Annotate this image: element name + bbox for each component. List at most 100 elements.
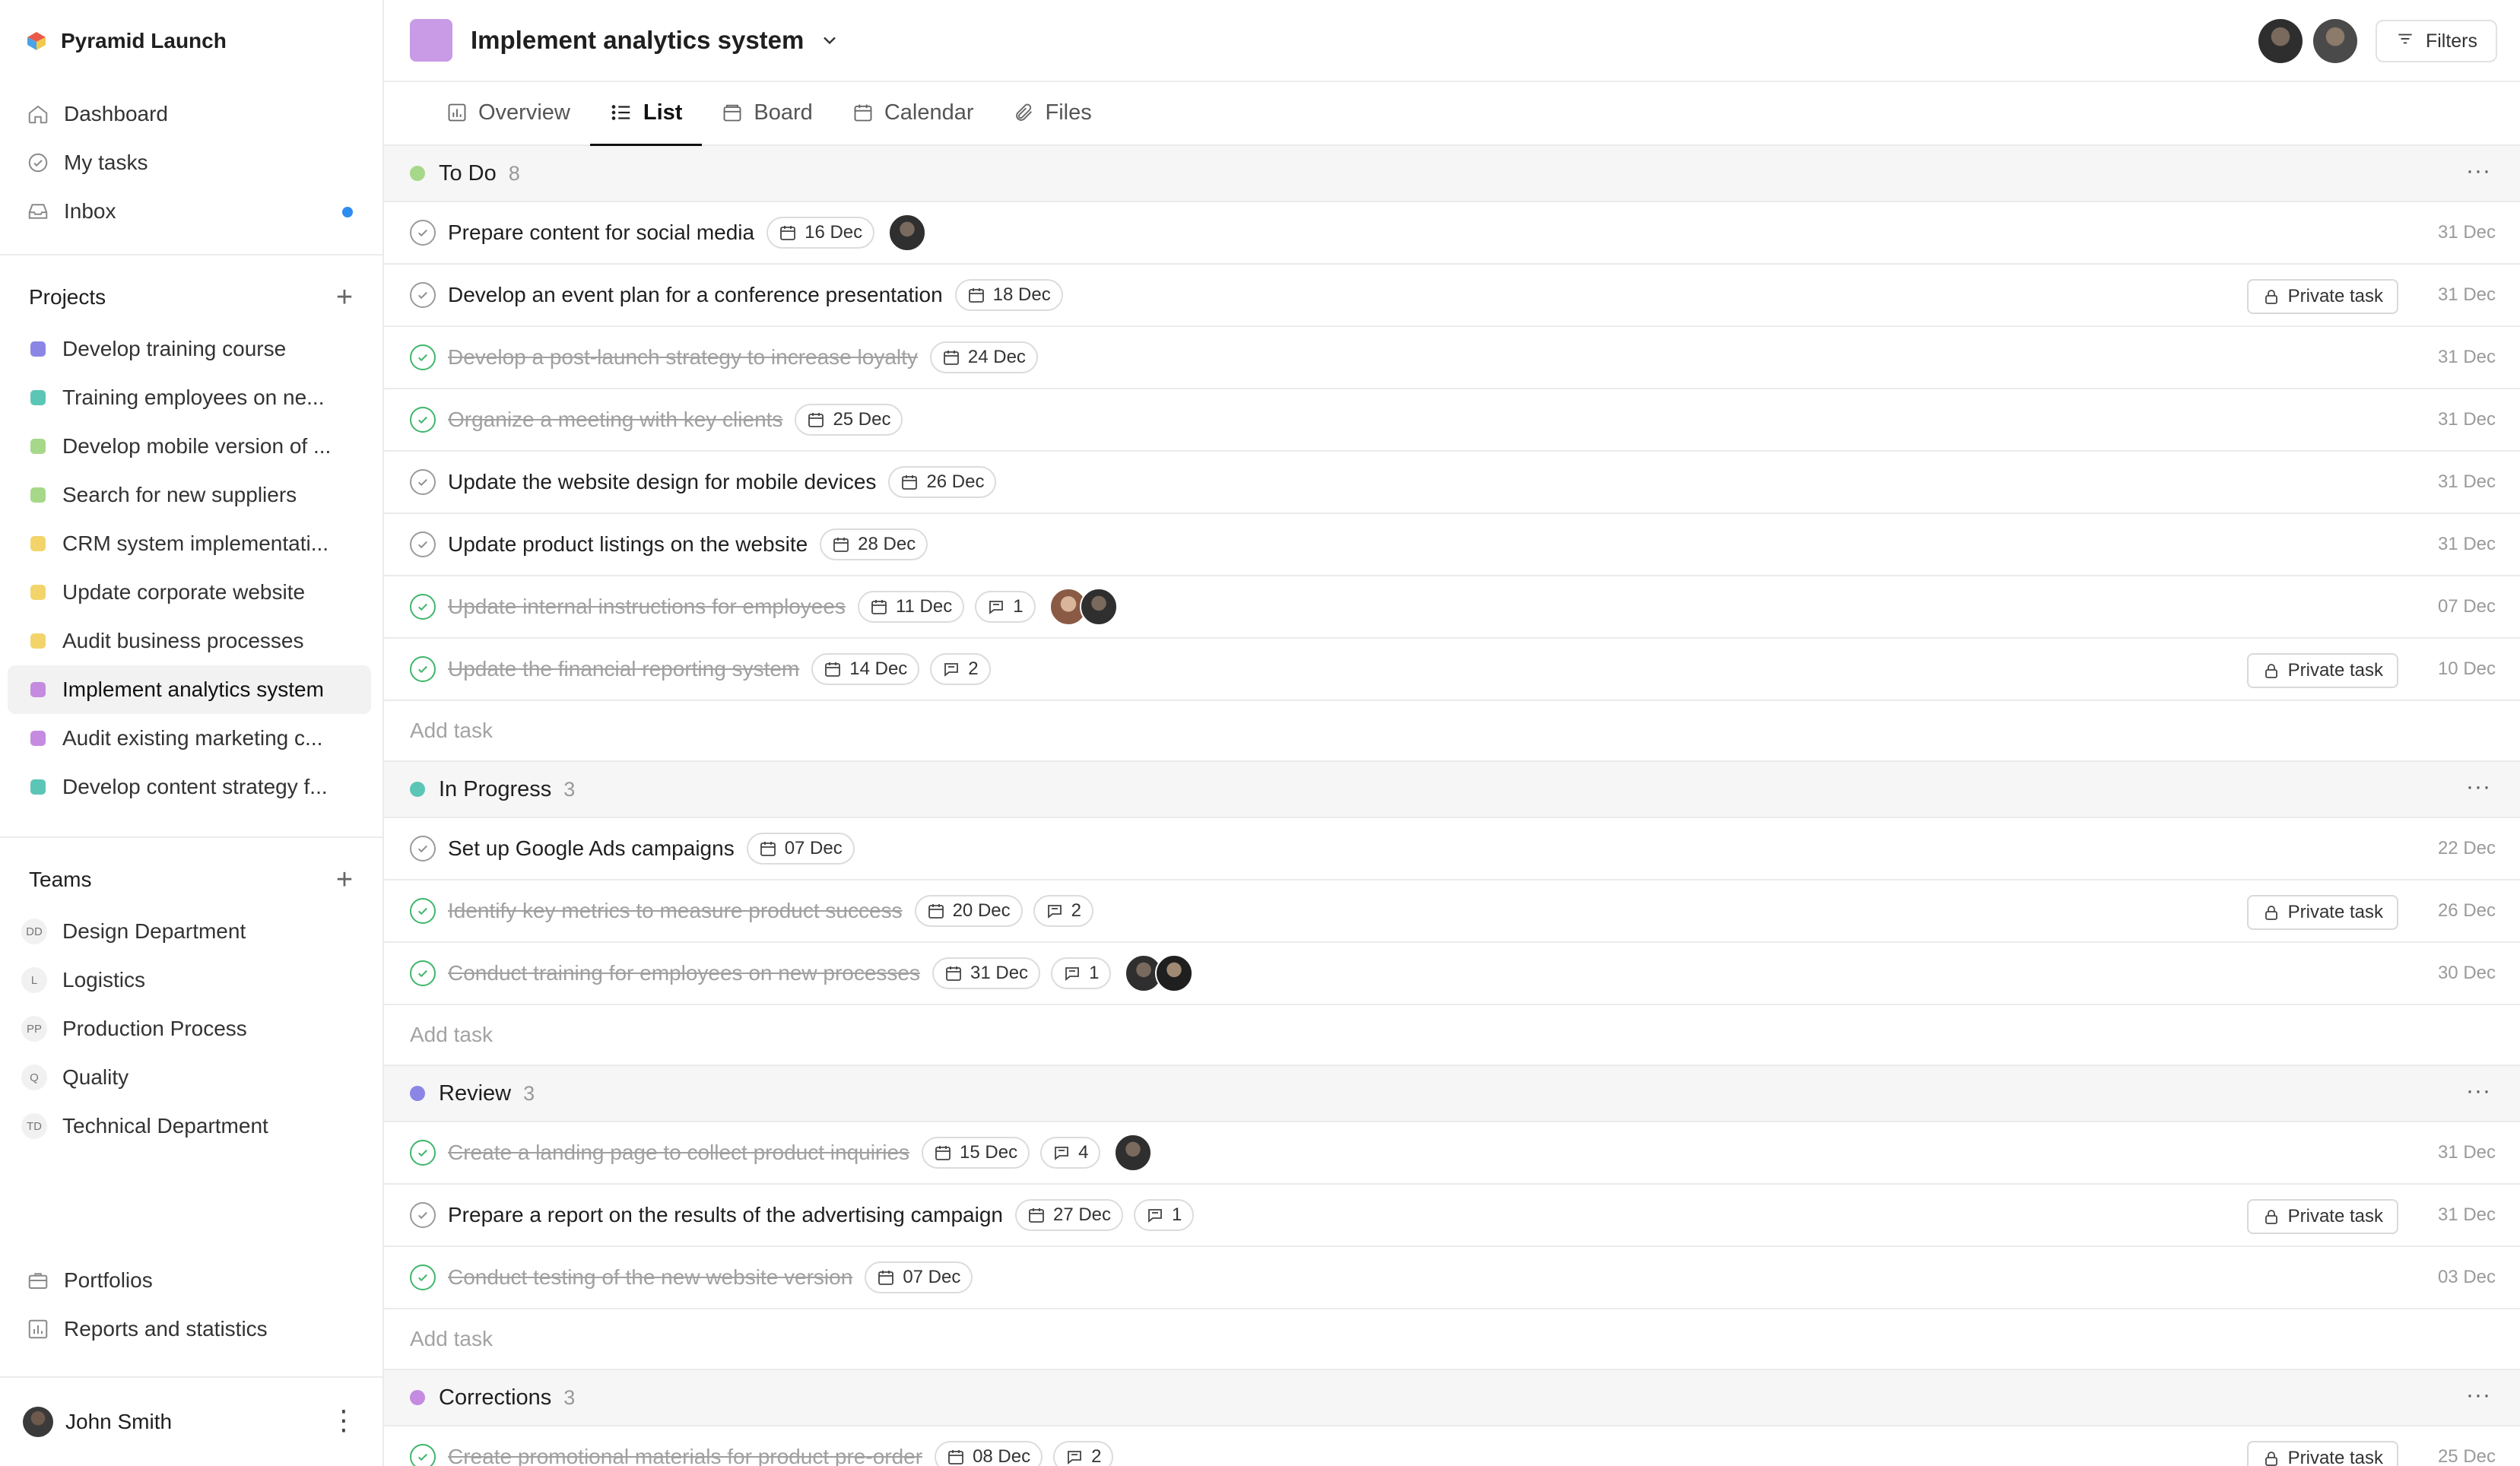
due-date-chip[interactable]: 07 Dec [746, 833, 855, 865]
task-row[interactable]: Develop an event plan for a conference p… [384, 265, 2520, 327]
task-title[interactable]: Update the financial reporting system [448, 657, 799, 681]
brand[interactable]: Pyramid Launch [26, 26, 227, 56]
comments-chip[interactable]: 1 [1051, 957, 1112, 989]
comments-chip[interactable]: 1 [1134, 1199, 1195, 1231]
completed-check-icon[interactable] [410, 1140, 436, 1166]
sidebar-team-item[interactable]: Q Quality [21, 1053, 363, 1102]
nav-inbox[interactable]: Inbox [26, 187, 360, 236]
completed-check-icon[interactable] [410, 1265, 436, 1290]
task-title[interactable]: Create promotional materials for product… [448, 1445, 922, 1466]
sidebar-team-item[interactable]: DD Design Department [21, 907, 363, 956]
private-task-badge[interactable]: Private task [2246, 279, 2398, 314]
task-title[interactable]: Identify key metrics to measure product … [448, 899, 903, 923]
due-date-chip[interactable]: 31 Dec [932, 957, 1041, 989]
due-date-chip[interactable]: 14 Dec [811, 653, 920, 685]
task-title[interactable]: Develop a post-launch strategy to increa… [448, 345, 918, 370]
add-project-button[interactable]: + [333, 283, 356, 312]
due-date-chip[interactable]: 27 Dec [1014, 1199, 1124, 1231]
task-row[interactable]: Prepare a report on the results of the a… [384, 1185, 2520, 1247]
group-header[interactable]: In Progress 3 ··· [384, 762, 2520, 818]
more-horizontal-icon[interactable]: ··· [2466, 1382, 2491, 1408]
nav-portfolios[interactable]: Portfolios [26, 1256, 360, 1305]
due-date-chip[interactable]: 26 Dec [888, 466, 997, 498]
private-task-badge[interactable]: Private task [2246, 653, 2398, 688]
sidebar-team-item[interactable]: TD Technical Department [21, 1102, 363, 1150]
add-task-button[interactable]: Add task [384, 1309, 2520, 1370]
sidebar-project-item[interactable]: Update corporate website [8, 568, 371, 617]
task-row[interactable]: Conduct testing of the new website versi… [384, 1247, 2520, 1309]
check-icon[interactable] [410, 532, 436, 557]
private-task-badge[interactable]: Private task [2246, 1199, 2398, 1234]
task-title[interactable]: Prepare a report on the results of the a… [448, 1203, 1003, 1227]
task-title[interactable]: Create a landing page to collect product… [448, 1141, 909, 1165]
user-profile[interactable]: John Smith ⋮ [23, 1399, 357, 1445]
sidebar-project-item[interactable]: Audit business processes [8, 617, 371, 665]
comments-chip[interactable]: 2 [1033, 895, 1093, 927]
task-title[interactable]: Organize a meeting with key clients [448, 408, 782, 432]
comments-chip[interactable]: 4 [1040, 1137, 1101, 1169]
comments-chip[interactable]: 2 [930, 653, 991, 685]
assignee-avatar[interactable] [888, 214, 927, 252]
task-row[interactable]: Update the financial reporting system 14 … [384, 639, 2520, 701]
check-icon[interactable] [410, 469, 436, 495]
task-title[interactable]: Prepare content for social media [448, 221, 754, 245]
task-title[interactable]: Update internal instructions for employe… [448, 595, 846, 619]
task-row[interactable]: Set up Google Ads campaigns 07 Dec 22 Dec [384, 818, 2520, 881]
task-row[interactable]: Organize a meeting with key clients 25 De… [384, 389, 2520, 452]
nav-reports[interactable]: Reports and statistics [26, 1305, 360, 1353]
task-title[interactable]: Set up Google Ads campaigns [448, 836, 735, 861]
page-title[interactable]: Implement analytics system [471, 26, 804, 55]
more-horizontal-icon[interactable]: ··· [2466, 774, 2491, 800]
due-date-chip[interactable]: 11 Dec [857, 591, 965, 623]
task-title[interactable]: Update product listings on the website [448, 532, 808, 557]
due-date-chip[interactable]: 18 Dec [954, 279, 1063, 311]
task-row[interactable]: Conduct training for employees on new pr… [384, 943, 2520, 1005]
nav-dashboard[interactable]: Dashboard [26, 90, 360, 138]
due-date-chip[interactable]: 15 Dec [922, 1137, 1030, 1169]
add-task-button[interactable]: Add task [384, 1005, 2520, 1066]
check-icon[interactable] [410, 836, 436, 862]
sidebar-project-item[interactable]: Develop mobile version of ... [8, 422, 371, 471]
completed-check-icon[interactable] [410, 344, 436, 370]
task-title[interactable]: Develop an event plan for a conference p… [448, 283, 943, 307]
nav-my-tasks[interactable]: My tasks [26, 138, 360, 187]
sidebar-project-item[interactable]: Develop training course [8, 325, 371, 373]
completed-check-icon[interactable] [410, 656, 436, 682]
sidebar-team-item[interactable]: L Logistics [21, 956, 363, 1004]
sidebar-project-item[interactable]: Develop content strategy f... [8, 763, 371, 811]
group-header[interactable]: Review 3 ··· [384, 1066, 2520, 1122]
group-header[interactable]: Corrections 3 ··· [384, 1370, 2520, 1426]
task-title[interactable]: Conduct training for employees on new pr… [448, 961, 920, 985]
due-date-chip[interactable]: 16 Dec [766, 217, 875, 249]
chevron-down-icon[interactable] [819, 30, 840, 51]
tab-overview[interactable]: Overview [427, 81, 590, 144]
task-row[interactable]: Update the website design for mobile dev… [384, 452, 2520, 514]
check-icon[interactable] [410, 220, 436, 246]
tab-board[interactable]: Board [702, 81, 832, 144]
tab-files[interactable]: Files [994, 81, 1112, 144]
task-row[interactable]: Develop a post-launch strategy to increa… [384, 327, 2520, 389]
comments-chip[interactable]: 2 [1053, 1441, 1114, 1466]
due-date-chip[interactable]: 20 Dec [914, 895, 1023, 927]
sidebar-project-item[interactable]: Audit existing marketing c... [8, 714, 371, 763]
due-date-chip[interactable]: 24 Dec [929, 341, 1038, 373]
sidebar-project-item[interactable]: Search for new suppliers [8, 471, 371, 519]
task-row[interactable]: Create a landing page to collect product… [384, 1122, 2520, 1185]
private-task-badge[interactable]: Private task [2246, 895, 2398, 930]
add-team-button[interactable]: + [333, 865, 356, 894]
completed-check-icon[interactable] [410, 1444, 436, 1466]
due-date-chip[interactable]: 25 Dec [795, 404, 903, 436]
task-title[interactable]: Update the website design for mobile dev… [448, 470, 876, 494]
comments-chip[interactable]: 1 [975, 591, 1036, 623]
completed-check-icon[interactable] [410, 594, 436, 620]
sidebar-team-item[interactable]: PP Production Process [21, 1004, 363, 1053]
task-row[interactable]: Identify key metrics to measure product … [384, 881, 2520, 943]
sidebar-project-item[interactable]: CRM system implementati... [8, 519, 371, 568]
task-title[interactable]: Conduct testing of the new website versi… [448, 1265, 852, 1290]
completed-check-icon[interactable] [410, 960, 436, 986]
sidebar-project-item[interactable]: Implement analytics system [8, 665, 371, 714]
due-date-chip[interactable]: 07 Dec [865, 1261, 973, 1293]
assignee-avatar[interactable] [1114, 1134, 1153, 1172]
due-date-chip[interactable]: 28 Dec [820, 528, 928, 560]
tab-calendar[interactable]: Calendar [833, 81, 994, 144]
